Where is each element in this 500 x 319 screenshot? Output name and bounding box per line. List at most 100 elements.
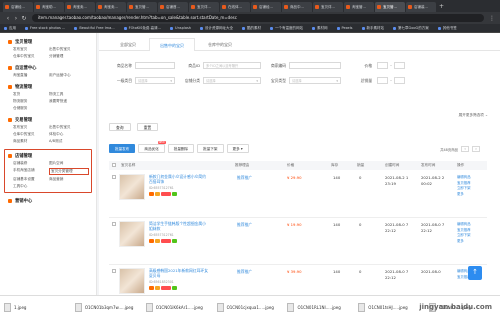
browser-tab[interactable]: 店铺装... — [406, 2, 436, 12]
sidebar-item-category-manage[interactable]: 宝贝分类管理 — [49, 168, 89, 175]
bookmark-item[interactable]: 设计资源网址大全 — [200, 26, 233, 31]
sidebar-item[interactable]: 商品营销 — [49, 177, 89, 182]
price[interactable]: ¥ 19.90 — [287, 222, 302, 227]
next-page-button[interactable]: › — [472, 146, 480, 152]
select-all-checkbox[interactable] — [112, 163, 116, 167]
download-item[interactable]: O1CN01iK6kAr1.....jpeg — [145, 300, 211, 316]
bulk-publish-button[interactable]: 批量发布 — [109, 144, 136, 153]
browser-tab[interactable]: 店铺经... — [3, 2, 33, 12]
tab-on-sale[interactable]: 出售中的宝贝 — [149, 38, 195, 51]
sidebar-item[interactable]: 工具中心 — [13, 184, 49, 189]
row-action-link[interactable]: 立即下架 — [457, 233, 471, 239]
recommend-reason[interactable]: 推荐推广 — [237, 269, 252, 275]
prev-page-button[interactable]: ‹ — [461, 146, 469, 152]
product-title-link[interactable]: 新款几何金属小众设计感小众简约百搭耳饰 — [149, 174, 209, 184]
url-field[interactable]: item.manager.taobao.com/taobao/manager/r… — [32, 14, 484, 22]
price-max-input[interactable] — [394, 62, 405, 69]
reset-button[interactable]: 重置 — [136, 123, 159, 131]
row-checkbox[interactable] — [112, 175, 116, 179]
price[interactable]: ¥ 29.90 — [287, 175, 302, 180]
bookmark-item[interactable]: 第七章GooG的方案 — [393, 26, 429, 31]
bookmark-item[interactable]: 其他书签 — [437, 26, 457, 31]
sidebar-item[interactable]: 体检中心 — [49, 132, 89, 137]
sidebar-item[interactable]: 发货 — [13, 92, 49, 97]
sidebar-item[interactable]: 物流服务 — [13, 99, 49, 104]
product-title-link[interactable]: 高级感韩国2021年新款网红耳环女夏贝母 — [149, 268, 209, 278]
merchant-code-input[interactable] — [289, 62, 341, 69]
sidebar-section-title[interactable]: 物流管理 — [8, 83, 96, 90]
sidebar-item[interactable]: 物流工具 — [49, 92, 89, 97]
browser-tab[interactable]: 淘宝助... — [34, 2, 64, 12]
browser-tab[interactable]: 宝贝详... — [313, 2, 343, 12]
sidebar-section-title[interactable]: 交易管理 — [8, 116, 96, 123]
stock[interactable]: 140 — [333, 269, 340, 274]
product-thumbnail[interactable] — [119, 268, 145, 294]
row-checkbox[interactable] — [112, 269, 116, 273]
sidebar-item[interactable]: 发布宝贝 — [13, 47, 49, 52]
bookmark-item[interactable]: Beautiful Free Ima... — [74, 26, 115, 30]
sidebar-item[interactable]: 店铺装修 — [13, 161, 49, 166]
sidebar-item[interactable]: 图片空间 — [49, 161, 89, 166]
bookmark-item[interactable]: 一个有温度的网站 — [270, 26, 303, 31]
row-action-link[interactable]: 编辑商品 — [457, 175, 471, 181]
expand-filters-link[interactable]: 展开更多筛选项 ⌄ — [459, 113, 488, 118]
browser-tab[interactable]: 店铺经... — [251, 2, 281, 12]
row-action-link[interactable]: 更多 — [457, 239, 471, 245]
sales-max-input[interactable] — [394, 77, 405, 84]
recommend-reason[interactable]: 推荐推广 — [237, 175, 252, 181]
stock[interactable]: 140 — [333, 175, 340, 180]
price-min-input[interactable] — [377, 62, 388, 69]
bookmark-item[interactable]: Unsplash — [170, 26, 191, 30]
sidebar-item[interactable]: 发布宝贝 — [13, 125, 49, 130]
browser-tab[interactable]: 淘宝卖... — [96, 2, 126, 12]
tab-all-items[interactable]: 全部宝贝 — [109, 37, 147, 50]
recommend-reason[interactable]: 推荐推广 — [237, 222, 252, 228]
item-type-select[interactable]: 请选择 — [289, 77, 341, 84]
forward-icon[interactable]: › — [12, 15, 20, 22]
new-tab-icon[interactable]: + — [439, 2, 444, 12]
bookmark-item[interactable]: Pexels — [336, 26, 353, 30]
sidebar-item[interactable]: 淘宝直播 — [13, 73, 49, 78]
sidebar-item[interactable]: 店铺基本设置 — [13, 177, 49, 182]
row-action-link[interactable]: 更多 — [457, 192, 471, 198]
stock[interactable]: 140 — [333, 222, 340, 227]
item-name-input[interactable] — [135, 62, 175, 69]
sidebar-item[interactable]: 仓储服务 — [13, 106, 49, 111]
bookmark-item[interactable]: FOtoKIS免费-高清... — [123, 26, 161, 31]
sidebar-item[interactable]: 商品素材 — [13, 139, 49, 144]
browser-tab[interactable]: 宝贝详... — [189, 2, 219, 12]
sidebar-item[interactable]: 仓库中的宝贝 — [13, 132, 49, 137]
item-id-input[interactable]: 多个ID之间以逗号隔开 — [203, 62, 261, 69]
search-button[interactable]: 查询 — [109, 123, 131, 131]
browser-tab[interactable]: 淘宝卖... — [65, 2, 95, 12]
browser-tab[interactable]: 在线体... — [220, 2, 250, 12]
download-item[interactable]: O1CN01cjxqua1.....jpeg — [216, 300, 282, 316]
shop-category-select[interactable]: 请选择 — [203, 77, 261, 84]
sidebar-item[interactable]: 出售中的宝贝 — [49, 47, 89, 52]
reload-icon[interactable]: ↻ — [20, 15, 28, 22]
download-item[interactable]: O1CN01RL1NI.....jpeg — [287, 300, 352, 316]
sidebar-item[interactable]: 手机淘宝店铺 — [13, 168, 49, 175]
price[interactable]: ¥ 39.90 — [287, 269, 302, 274]
sidebar-item[interactable]: 出售中的宝贝 — [49, 125, 89, 130]
item-optimize-button[interactable]: 商品优化 NEW — [138, 141, 166, 153]
download-item[interactable]: O1CN01b3qm7w.....jpeg — [74, 300, 140, 316]
bookmark-item[interactable]: 新手素材站 — [361, 26, 384, 31]
sidebar-section-title[interactable]: 营销中心 — [8, 197, 96, 204]
sidebar-item[interactable]: 我要寄快递 — [49, 99, 89, 104]
product-thumbnail[interactable] — [119, 221, 145, 247]
scroll-to-top-button[interactable]: ↑ — [468, 266, 482, 280]
product-thumbnail[interactable] — [119, 174, 145, 200]
browser-tab[interactable]: 店铺首... — [158, 2, 188, 12]
sidebar-item[interactable]: 仓库中的宝贝 — [13, 54, 49, 59]
row-checkbox[interactable] — [112, 222, 116, 226]
product-title-link[interactable]: 简洁学生手链韩版个性超细金属小姐妹款 — [149, 221, 209, 231]
sidebar-section-title[interactable]: 自运营中心 — [8, 64, 96, 71]
back-icon[interactable]: ‹ — [4, 15, 12, 22]
bulk-unlist-button[interactable]: 批量下架 — [197, 144, 224, 153]
bookmark-item[interactable]: 酷的素材 — [242, 26, 261, 31]
bookmark-item[interactable]: 素材网 — [312, 26, 328, 31]
bookmark-item[interactable]: 应用 — [4, 26, 16, 31]
row-action-link[interactable]: 立即下架 — [457, 186, 471, 192]
extensions-icon[interactable]: ⋮ — [488, 15, 496, 22]
